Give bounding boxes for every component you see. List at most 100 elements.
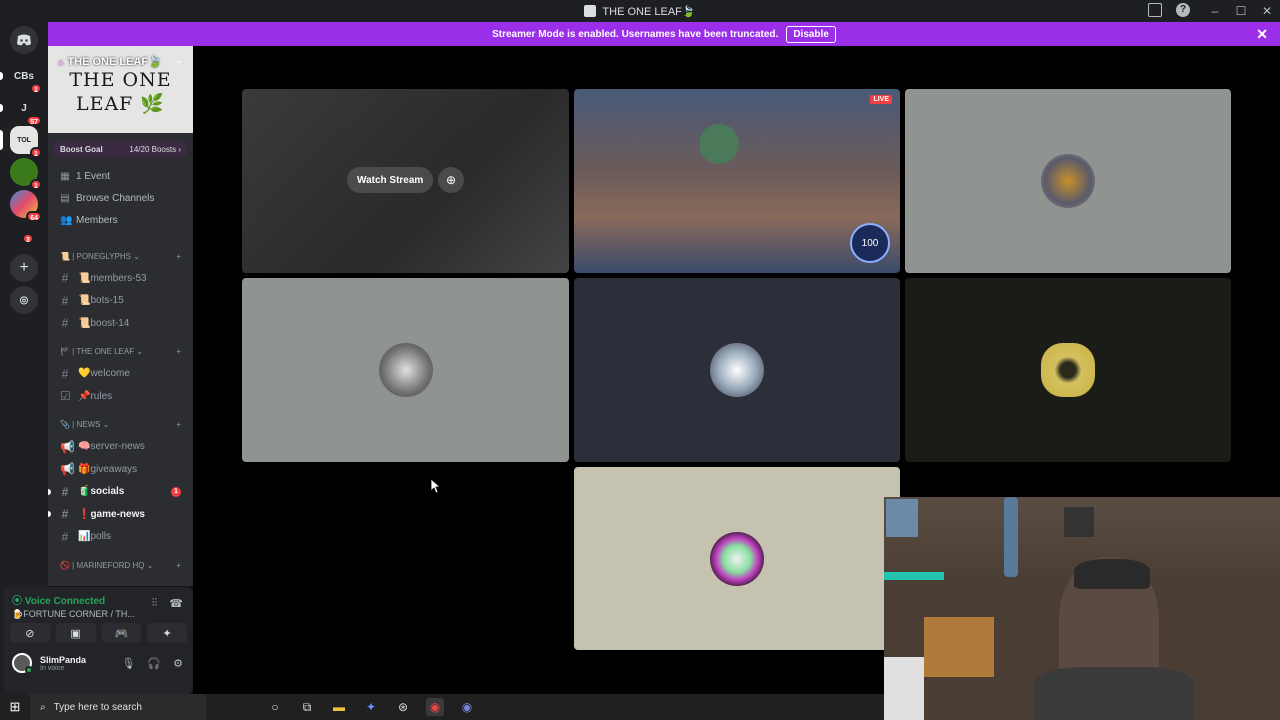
- guitar: [1004, 497, 1018, 577]
- avatar[interactable]: [12, 653, 33, 674]
- server-icon-colorful[interactable]: 64: [10, 190, 42, 222]
- signal-icon: ⦿: [12, 596, 25, 607]
- server-banner[interactable]: ⌂ THE ONE LEAF🍃 ⌄ THE ONE LEAF 🌿: [48, 46, 193, 133]
- browse-channels-link[interactable]: ▤ Browse Channels: [48, 187, 193, 209]
- stream-tile-live[interactable]: LIVE 100: [574, 89, 900, 273]
- microphone-icon[interactable]: 🎙: [121, 657, 135, 670]
- task-view-icon[interactable]: ⧉: [298, 698, 316, 716]
- hash-icon: #: [61, 293, 69, 308]
- file-explorer-icon[interactable]: ▬: [330, 698, 348, 716]
- channel-game-news[interactable]: # ❗game-news: [48, 503, 193, 526]
- inbox-icon[interactable]: [1148, 3, 1162, 17]
- participant-tile[interactable]: [242, 278, 569, 462]
- channel-members[interactable]: # 📜members-53: [48, 267, 193, 290]
- noise-suppression-icon[interactable]: ⫶⫶: [152, 597, 158, 610]
- server-icon-cbs[interactable]: CBs 1: [10, 62, 42, 94]
- activities-button[interactable]: 🎮: [101, 623, 142, 643]
- streamer-cap: [1074, 559, 1150, 589]
- members-icon: 👥: [60, 214, 73, 226]
- events-link[interactable]: ▦ 1 Event: [48, 165, 193, 187]
- taskbar-search[interactable]: ⌕ Type here to search: [30, 694, 206, 720]
- participant-tile[interactable]: [574, 467, 900, 650]
- share-screen-button[interactable]: ▣: [55, 623, 96, 643]
- participant-tile[interactable]: [574, 278, 900, 462]
- help-icon[interactable]: ?: [1176, 3, 1190, 17]
- category-marineford-hq[interactable]: 🚫 | MARINEFORD HQ ⌄ +: [48, 554, 193, 576]
- server-folder[interactable]: 3: [10, 224, 38, 252]
- boost-meter: 100: [850, 223, 890, 263]
- close-window-button[interactable]: ✕: [1254, 4, 1280, 18]
- browse-icon: ▤: [60, 192, 70, 204]
- minimize-button[interactable]: –: [1202, 4, 1228, 18]
- disable-streamer-mode-button[interactable]: Disable: [786, 25, 836, 43]
- mouse-cursor-icon: [431, 479, 441, 493]
- stream-tile-preview[interactable]: Watch Stream ⊕: [242, 89, 569, 273]
- plus-icon: +: [19, 259, 29, 276]
- user-panel[interactable]: SlimPanda In voice 🎙 🎧 ⚙: [4, 645, 193, 681]
- hash-icon: #: [61, 271, 69, 286]
- voice-channel-name[interactable]: 🍺FORTUNE CORNER / TH...: [12, 609, 185, 620]
- avatar: [1041, 154, 1095, 208]
- channel-socials[interactable]: # 🧃socials 1: [48, 481, 193, 504]
- window-title: THE ONE LEAF🍃: [602, 5, 696, 18]
- watch-stream-button[interactable]: Watch Stream: [347, 167, 434, 193]
- server-home-icon: ⌂: [58, 56, 64, 67]
- server-name[interactable]: ⌂ THE ONE LEAF🍃: [58, 55, 162, 68]
- unread-indicator: [48, 488, 51, 495]
- discord-taskbar-icon[interactable]: ◉: [458, 698, 476, 716]
- streamer-mode-banner: Streamer Mode is enabled. Usernames have…: [48, 22, 1280, 46]
- channel-rules[interactable]: ☑ 📌rules: [48, 385, 193, 408]
- participant-tile[interactable]: [905, 89, 1231, 273]
- category-poneglyphs[interactable]: 📜 | PONEGLYPHS ⌄ +: [48, 245, 193, 267]
- boost-goal-bar[interactable]: Boost Goal 14/20 Boosts ›: [54, 141, 187, 157]
- camera-toggle-button[interactable]: ⊘: [10, 623, 50, 643]
- cortana-icon[interactable]: ○: [266, 698, 284, 716]
- channel-server-news[interactable]: 📢 🧠server-news: [48, 436, 193, 459]
- add-channel-icon: +: [176, 560, 181, 570]
- disconnect-icon[interactable]: ☎: [169, 597, 183, 610]
- settings-gear-icon[interactable]: ⚙: [173, 657, 183, 670]
- search-icon: ⌕: [40, 701, 46, 713]
- members-link[interactable]: 👥 Members: [48, 209, 193, 231]
- soundboard-button[interactable]: ✦: [147, 623, 187, 643]
- add-server-button[interactable]: +: [10, 254, 38, 282]
- voice-panel: ⦿ Voice Connected 🍺FORTUNE CORNER / TH..…: [4, 587, 193, 694]
- calendar-icon: ▦: [60, 170, 70, 182]
- participant-tile[interactable]: [905, 278, 1231, 462]
- channel-polls[interactable]: # 📊polls: [48, 526, 193, 549]
- server-icon-green[interactable]: 1: [10, 158, 42, 190]
- category-news[interactable]: 📎 | NEWS ⌄ +: [48, 414, 193, 436]
- add-view-icon[interactable]: ⊕: [438, 167, 464, 193]
- boost-goal-count: 14/20 Boosts ›: [129, 144, 181, 154]
- headphones-icon[interactable]: 🎧: [147, 657, 161, 670]
- unread-indicator: [48, 511, 51, 518]
- windows-start-icon[interactable]: ⊞: [0, 699, 30, 715]
- avatar: [1041, 343, 1095, 397]
- gamepad-icon: 🎮: [114, 627, 129, 640]
- hash-icon: #: [61, 366, 69, 381]
- chevron-down-icon[interactable]: ⌄: [175, 55, 183, 66]
- banner-text: Streamer Mode is enabled. Usernames have…: [492, 28, 779, 40]
- announcement-icon: 📢: [60, 462, 75, 477]
- mention-badge: 1: [171, 486, 181, 497]
- channel-welcome[interactable]: # 💛welcome: [48, 363, 193, 386]
- username: SlimPanda: [40, 654, 87, 665]
- copilot-icon[interactable]: ✦: [362, 698, 380, 716]
- chrome-icon[interactable]: ◉: [426, 698, 444, 716]
- close-banner-icon[interactable]: ✕: [1256, 26, 1268, 43]
- live-badge: LIVE: [870, 95, 892, 104]
- hash-icon: #: [61, 316, 69, 331]
- channel-bots[interactable]: # 📜bots-15: [48, 290, 193, 313]
- game-ball: [699, 124, 739, 164]
- category-the-one-leaf[interactable]: 🏴 | THE ONE LEAF ⌄ +: [48, 341, 193, 363]
- app-icon[interactable]: ⊛: [394, 698, 412, 716]
- server-icon-the-one-leaf[interactable]: TOL 1: [10, 126, 42, 158]
- mention-badge: 57: [26, 115, 42, 126]
- explore-servers-button[interactable]: ◎: [10, 286, 38, 314]
- server-icon-j[interactable]: J 57: [10, 94, 42, 126]
- channel-boost[interactable]: # 📜boost-14: [48, 312, 193, 335]
- camera-off-icon: ⊘: [25, 627, 35, 640]
- maximize-button[interactable]: ☐: [1228, 4, 1254, 18]
- channel-giveaways[interactable]: 📢 🎁giveaways: [48, 458, 193, 481]
- discord-home-button[interactable]: [10, 26, 38, 54]
